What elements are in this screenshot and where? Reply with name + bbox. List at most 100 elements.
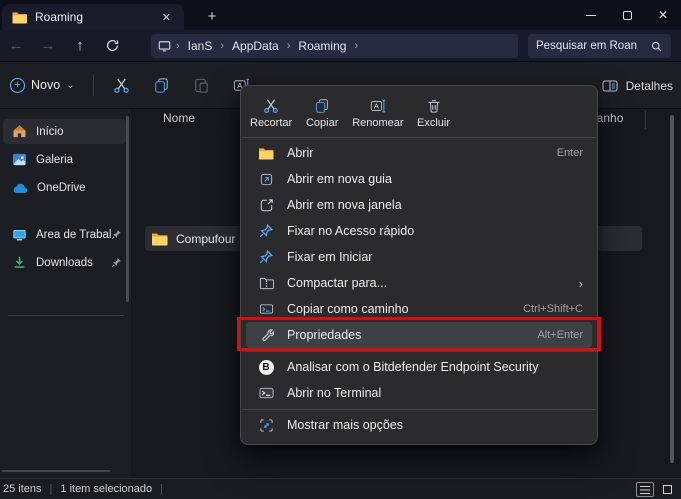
menu-shortcut: Ctrl+Shift+C bbox=[513, 303, 583, 315]
minimize-button[interactable] bbox=[573, 0, 609, 30]
breadcrumb[interactable]: › IanS › AppData › Roaming › bbox=[151, 34, 518, 58]
search-input[interactable]: Pesquisar em Roan bbox=[536, 40, 650, 52]
sidebar-item-downloads[interactable]: Downloads bbox=[3, 250, 126, 275]
menu-item-open[interactable]: Abrir Enter bbox=[241, 140, 597, 166]
rename-quick-button[interactable]: A Renomear bbox=[347, 91, 408, 134]
details-view-toggle[interactable] bbox=[636, 482, 654, 497]
sidebar-separator bbox=[8, 315, 124, 316]
status-bar: 25 itens | 1 item selecionado | bbox=[0, 478, 681, 499]
menu-item-label: Mostrar mais opções bbox=[287, 418, 403, 432]
sidebar-horizontal-scrollbar[interactable] bbox=[2, 470, 110, 472]
status-divider: | bbox=[152, 483, 171, 495]
search-box[interactable]: Pesquisar em Roan bbox=[528, 34, 671, 58]
breadcrumb-item-roaming[interactable]: Roaming bbox=[294, 39, 350, 53]
copy-quick-button[interactable]: Copiar bbox=[297, 91, 347, 134]
navigation-bar: ← → ↑ › IanS › AppData › Roaming › Pesqu… bbox=[0, 30, 681, 62]
downloads-icon bbox=[12, 255, 27, 270]
menu-item-label: Abrir no Terminal bbox=[287, 386, 381, 400]
quick-action-label: Recortar bbox=[250, 117, 292, 129]
submenu-arrow-icon: › bbox=[579, 276, 583, 291]
minimize-icon bbox=[586, 15, 596, 16]
menu-item-open-new-window[interactable]: Abrir em nova janela bbox=[241, 192, 597, 218]
cut-quick-button[interactable]: Recortar bbox=[245, 91, 297, 134]
menu-item-label: Abrir bbox=[287, 146, 313, 160]
view-details-label: Detalhes bbox=[626, 79, 673, 93]
tab-title: Roaming bbox=[35, 10, 157, 24]
refresh-icon bbox=[105, 38, 120, 53]
paste-button[interactable] bbox=[182, 69, 222, 101]
menu-item-label: Abrir em nova janela bbox=[287, 198, 402, 212]
quick-action-label: Renomear bbox=[352, 117, 403, 129]
copy-icon bbox=[152, 76, 171, 95]
up-button[interactable]: ↑ bbox=[64, 33, 96, 59]
forward-button[interactable]: → bbox=[32, 33, 64, 59]
icons-view-toggle[interactable] bbox=[658, 482, 676, 497]
list-lines-icon bbox=[640, 486, 650, 494]
details-view-icon bbox=[601, 77, 619, 95]
sidebar: Início Galeria › OneDrive Área de Trabal… bbox=[0, 109, 131, 478]
cut-button[interactable] bbox=[102, 69, 142, 101]
menu-item-open-terminal[interactable]: Abrir no Terminal bbox=[241, 380, 597, 406]
breadcrumb-item-user[interactable]: IanS bbox=[184, 39, 217, 53]
chevron-down-icon: ⌄ bbox=[66, 80, 74, 91]
chevron-right-icon: › bbox=[172, 40, 184, 52]
explorer-tab[interactable]: Roaming ✕ bbox=[2, 4, 184, 30]
quick-action-label: Copiar bbox=[306, 117, 338, 129]
sidebar-item-home[interactable]: Início bbox=[3, 119, 126, 144]
column-separator[interactable] bbox=[645, 111, 646, 129]
copy-button[interactable] bbox=[142, 69, 182, 101]
sidebar-item-gallery[interactable]: Galeria bbox=[3, 147, 126, 172]
menu-item-label: Compactar para... bbox=[287, 276, 387, 290]
tab-strip: Roaming ✕ + ✕ bbox=[0, 0, 681, 30]
file-name: Compufour bbox=[176, 232, 235, 246]
svg-text:A: A bbox=[374, 101, 379, 110]
delete-quick-button[interactable]: Excluir bbox=[409, 91, 459, 134]
vertical-scrollbar[interactable] bbox=[670, 115, 674, 463]
sidebar-item-onedrive[interactable]: › OneDrive bbox=[3, 175, 126, 200]
breadcrumb-item-appdata[interactable]: AppData bbox=[228, 39, 283, 53]
menu-item-open-new-tab[interactable]: Abrir em nova guia bbox=[241, 166, 597, 192]
menu-item-bitdefender-scan[interactable]: B Analisar com o Bitdefender Endpoint Se… bbox=[241, 354, 597, 380]
search-icon bbox=[650, 40, 663, 53]
pin-icon bbox=[111, 257, 122, 268]
back-button[interactable]: ← bbox=[0, 33, 32, 59]
menu-item-label: Copiar como caminho bbox=[287, 302, 409, 316]
menu-separator bbox=[242, 409, 596, 410]
column-header-name[interactable]: Nome bbox=[163, 111, 195, 125]
new-tab-button[interactable]: + bbox=[200, 4, 224, 28]
trash-icon bbox=[425, 97, 443, 115]
refresh-button[interactable] bbox=[96, 33, 128, 59]
close-window-button[interactable]: ✕ bbox=[645, 0, 681, 30]
copy-icon bbox=[313, 97, 331, 115]
bitdefender-icon: B bbox=[259, 360, 274, 375]
pin-icon bbox=[259, 250, 273, 264]
menu-item-label: Fixar em Iniciar bbox=[287, 250, 372, 264]
more-options-icon bbox=[259, 418, 274, 433]
sidebar-item-label: Downloads bbox=[36, 257, 111, 269]
sidebar-item-label: Área de Trabalho bbox=[36, 229, 111, 241]
close-tab-icon[interactable]: ✕ bbox=[157, 10, 176, 25]
desktop-icon bbox=[12, 228, 27, 242]
view-details-button[interactable]: Detalhes bbox=[601, 70, 673, 102]
chevron-right-icon: › bbox=[283, 40, 295, 52]
sidebar-scrollbar[interactable] bbox=[126, 116, 129, 302]
folder-icon bbox=[151, 232, 168, 246]
rename-icon: A bbox=[369, 97, 387, 115]
sidebar-item-desktop[interactable]: Área de Trabalho bbox=[3, 222, 126, 247]
menu-item-label: Analisar com o Bitdefender Endpoint Secu… bbox=[287, 360, 539, 374]
sidebar-item-label: Início bbox=[36, 126, 122, 138]
selected-count: 1 item selecionado bbox=[60, 483, 152, 495]
menu-item-pin-start[interactable]: Fixar em Iniciar bbox=[241, 244, 597, 270]
view-toggle-group bbox=[636, 482, 676, 497]
gallery-icon bbox=[12, 152, 27, 167]
menu-item-pin-quick-access[interactable]: Fixar no Acesso rápido bbox=[241, 218, 597, 244]
new-button[interactable]: + Novo ⌄ bbox=[0, 69, 85, 101]
terminal-icon bbox=[259, 386, 274, 400]
items-count: 25 itens bbox=[3, 483, 42, 495]
chevron-right-icon: › bbox=[216, 40, 228, 52]
maximize-button[interactable] bbox=[609, 0, 645, 30]
menu-item-compress[interactable]: Compactar para... › bbox=[241, 270, 597, 296]
menu-item-show-more-options[interactable]: Mostrar mais opções bbox=[241, 412, 597, 438]
file-explorer-window: Roaming ✕ + ✕ ← → ↑ › IanS › AppData › R… bbox=[0, 0, 681, 499]
toolbar-divider bbox=[93, 74, 94, 96]
